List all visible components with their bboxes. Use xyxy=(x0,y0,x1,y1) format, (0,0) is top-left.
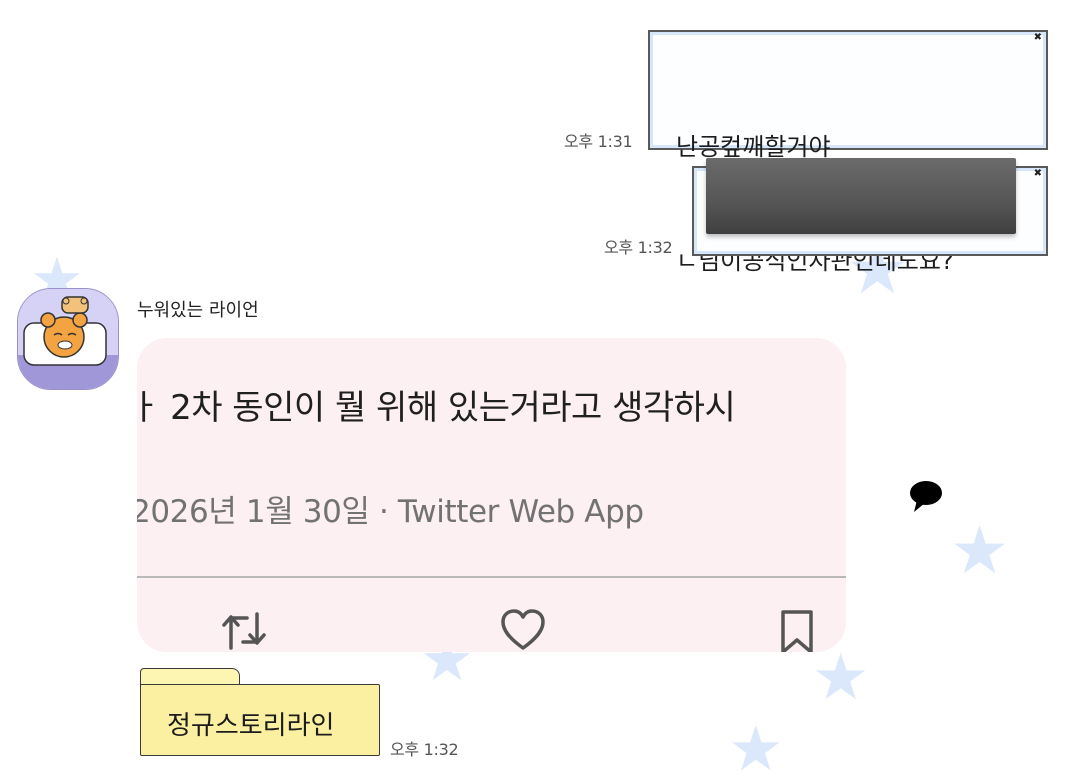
heart-icon xyxy=(501,609,545,650)
ryan-character-avatar[interactable] xyxy=(17,288,119,390)
folder-message-bubble[interactable]: 정규스토리라인 xyxy=(140,668,380,756)
folder-body: 정규스토리라인 xyxy=(140,684,380,756)
tweet-divider xyxy=(137,576,846,578)
star-decoration: ★ xyxy=(728,712,784,784)
message-timestamp: 오후 1:32 xyxy=(390,740,459,759)
redacted-image xyxy=(706,158,1016,234)
close-icon: ✖ xyxy=(1033,32,1042,43)
chat-screen: ★ ★ ★ ★ ★ ★ ★ ✖ 난공컾깨할거야 ㄴ님이공식인자관인데도요? 오후… xyxy=(0,0,1080,784)
speech-bubble-icon[interactable] xyxy=(908,478,944,514)
tweet-date-source: 2026년 1월 30일 · Twitter Web App xyxy=(137,494,644,530)
tweet-screenshot-image[interactable]: ㅏ 2차 동인이 뭘 위해 있는거라고 생각하시 2026년 1월 30일 · … xyxy=(137,338,846,652)
retweet-icon xyxy=(222,612,266,650)
close-icon: ✖ xyxy=(1033,168,1042,179)
star-decoration: ★ xyxy=(950,512,1010,589)
message-timestamp: 오후 1:32 xyxy=(604,238,673,257)
tweet-text: ㅏ 2차 동인이 뭘 위해 있는거라고 생각하시 xyxy=(137,388,736,428)
avatar-illustration xyxy=(18,289,118,389)
outgoing-message-bubble[interactable]: ✖ 난공컾깨할거야 ㄴ님이공식인자관인데도요? xyxy=(648,30,1048,275)
star-decoration: ★ xyxy=(812,641,870,715)
outgoing-image-bubble[interactable]: ✖ xyxy=(692,158,1048,256)
message-timestamp: 오후 1:31 xyxy=(564,132,633,151)
bookmark-icon xyxy=(781,610,813,652)
sender-name: 누워있는 라이언 xyxy=(137,300,259,321)
message-text: 정규스토리라인 xyxy=(167,711,335,741)
